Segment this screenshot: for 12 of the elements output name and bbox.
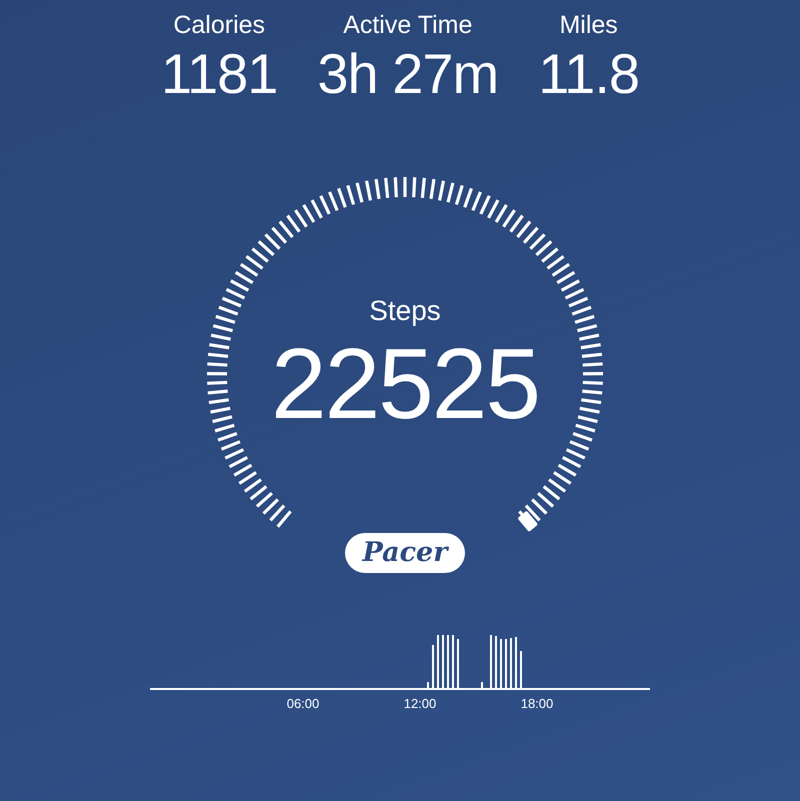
stat-label: Miles	[559, 10, 618, 41]
stat-label: Calories	[173, 10, 266, 41]
steps-count: 22525	[270, 329, 540, 439]
stat-value: 1181	[160, 42, 278, 106]
time-label: 12:00	[402, 696, 438, 711]
steps-label: Steps	[369, 294, 441, 328]
stat-value: 11.8	[538, 42, 640, 106]
stat-label: Active Time	[343, 10, 472, 41]
stat-value: 3h 27m	[317, 42, 498, 106]
brand-logo: Pacer	[345, 533, 465, 573]
time-label: 18:00	[520, 696, 554, 711]
time-label: 06:00	[286, 696, 320, 711]
